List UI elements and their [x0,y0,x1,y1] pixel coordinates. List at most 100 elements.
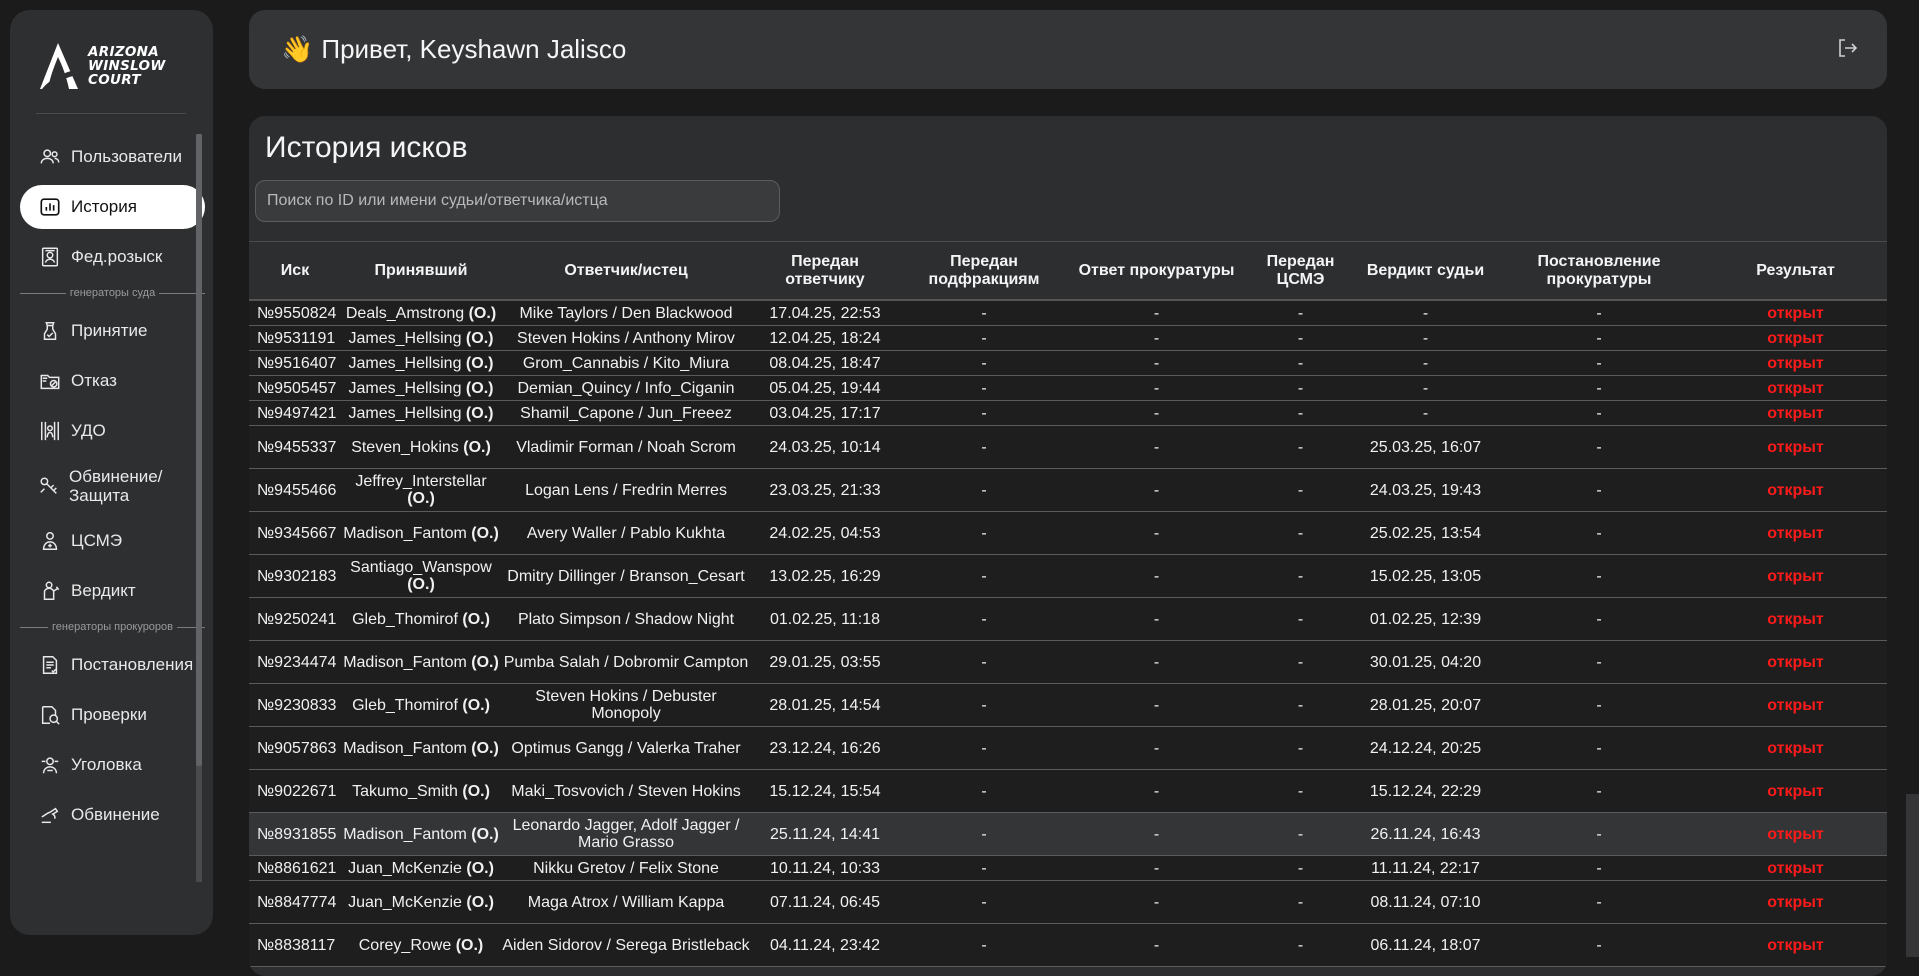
col-header-sent-to-defendant[interactable]: Передан ответчику [751,241,899,301]
judge-tag: (О.) [468,304,497,322]
cell-sent-to-defendant: 29.01.25, 03:55 [751,640,899,684]
cell-accepted-by: Santiago_Wanspow (О.) [341,554,501,598]
table-row[interactable]: №8931855 Madison_Fantom (О.) Leonardo Jagg… [249,812,1887,856]
judge-tag: (О.) [462,610,490,628]
sidebar-item-criminal[interactable]: Уголовка [20,743,205,787]
status-badge: открыт [1767,524,1824,542]
col-header-result[interactable]: Результат [1704,241,1887,301]
sidebar-item-csme[interactable]: ЦСМЭ [20,519,205,563]
judge-name: Juan_McKenzie [348,893,462,911]
cell-sent-to-csme: - [1244,511,1357,555]
cell-result: открыт [1704,880,1887,924]
cell-sent-to-defendant: 25.11.24, 14:41 [751,812,899,856]
table-row[interactable]: №9230833 Gleb_Thomirof (О.) Steven Hokins … [249,683,1887,727]
col-header-decree[interactable]: Постановление прокуратуры [1494,241,1704,301]
cell-decree: - [1494,640,1704,684]
col-header-id[interactable]: Иск [249,241,341,301]
cell-prosecutor-response: - [1069,812,1244,856]
table-row[interactable]: №9234474 Madison_Fantom (О.) Pumba Salah /… [249,640,1887,684]
cell-parties: Avery Waller / Pablo Kukhta [501,511,751,555]
table-row[interactable]: №8847774 Juan_McKenzie (О.) Maga Atrox / W… [249,880,1887,924]
sidebar-item-checks[interactable]: Проверки [20,693,205,737]
sidebar-item-verdict[interactable]: Вердикт [20,569,205,613]
cell-sent-to-defendant: 23.12.24, 16:26 [751,726,899,770]
table-row[interactable]: №9455337 Steven_Hokins (О.) Vladimir Forma… [249,425,1887,469]
sidebar-item-wanted[interactable]: Фед.розыск [20,235,205,279]
cell-decree: - [1494,425,1704,469]
sidebar-item-label: Вердикт [71,581,136,600]
cell-id: №9230833 [249,683,341,727]
cell-result: открыт [1704,350,1887,376]
sidebar-item-accusation[interactable]: Обвинение [20,793,205,837]
sidebar-item-label: Уголовка [71,755,142,774]
table-row[interactable]: №9022671 Takumo_Smith (О.) Maki_Tosvovich … [249,769,1887,813]
table-row[interactable]: №9302183 Santiago_Wanspow (О.) Dmitry Dill… [249,554,1887,598]
cell-result: открыт [1704,597,1887,641]
cell-sent-to-defendant: 05.04.25, 19:44 [751,375,899,401]
table-row[interactable]: №9250241 Gleb_Thomirof (О.) Plato Simpson … [249,597,1887,641]
table-row[interactable]: №9455466 Jeffrey_Interstellar (О.) Logan L… [249,468,1887,512]
cell-accepted-by: James_Hellsing (О.) [341,400,501,426]
logo-divider [36,113,186,114]
table-row[interactable]: №8838117 Corey_Rowe (О.) Aiden Sidorov / S… [249,923,1887,967]
table-row[interactable]: №8861621 Juan_McKenzie (О.) Nikku Gretov /… [249,855,1887,881]
col-header-accepted-by[interactable]: Принявший [341,241,501,301]
cell-sent-to-csme: - [1244,400,1357,426]
col-header-verdict[interactable]: Вердикт судьи [1357,241,1494,301]
cell-verdict: - [1357,300,1494,326]
cell-parties: Aiden Sidorov / Serega Bristleback [501,923,751,967]
cell-result: открыт [1704,325,1887,351]
table-row[interactable]: №9057863 Madison_Fantom (О.) Optimus Gangg… [249,726,1887,770]
cell-sent-to-defendant: 07.11.24, 06:45 [751,880,899,924]
sidebar-item-parole[interactable]: УДО [20,409,205,453]
sidebar-item-decrees[interactable]: Постановления [20,643,205,687]
col-header-prosecutor-response[interactable]: Ответ прокуратуры [1069,241,1244,301]
judge-tag: (О.) [462,696,490,714]
table-row[interactable]: №9516407 James_Hellsing (О.) Grom_Cannabis… [249,350,1887,376]
cell-result: открыт [1704,683,1887,727]
search-input[interactable] [255,180,780,222]
sidebar-item-refuse[interactable]: Отказ [20,359,205,403]
cell-sent-to-csme: - [1244,923,1357,967]
table-row[interactable]: №9550824 Deals_Amstrong (О.) Mike Taylors … [249,300,1887,326]
sidebar-scrollbar-thumb[interactable] [196,134,202,766]
sidebar-item-accept[interactable]: Принятие [20,309,205,353]
logout-icon[interactable] [1835,36,1859,60]
col-header-sent-to-subfactions[interactable]: Передан подфракциям [899,241,1069,301]
cell-accepted-by: Juan_McKenzie (О.) [341,855,501,881]
sidebar-item-label: Обвинение/ Защита [69,467,163,505]
sidebar-item-history[interactable]: История [20,185,205,229]
table-row[interactable]: №9345667 Madison_Fantom (О.) Avery Waller … [249,511,1887,555]
cell-parties: Shamil_Capone / Jun_Freeez [501,400,751,426]
cell-sent-to-subfactions: - [899,923,1069,967]
judge-name: Gleb_Thomirof [352,610,458,628]
cell-id: №9516407 [249,350,341,376]
judge-tag: (О.) [471,524,499,542]
cell-prosecutor-response: - [1069,300,1244,326]
prison-icon [38,419,62,443]
cell-sent-to-csme: - [1244,855,1357,881]
cell-accepted-by: Jeffrey_Interstellar (О.) [341,468,501,512]
table-row[interactable]: №9497421 James_Hellsing (О.) Shamil_Capone… [249,400,1887,426]
cell-verdict: 15.12.24, 22:29 [1357,769,1494,813]
status-badge: открыт [1767,893,1824,911]
sidebar-item-users[interactable]: Пользователи [20,135,205,179]
refuse-icon [38,369,62,393]
cell-sent-to-defendant: 03.04.25, 17:17 [751,400,899,426]
sidebar-item-accusation-defense[interactable]: Обвинение/ Защита [20,459,205,513]
cell-result: открыт [1704,425,1887,469]
cell-decree: - [1494,554,1704,598]
cell-verdict: 24.03.25, 19:43 [1357,468,1494,512]
table-row[interactable]: №9505457 James_Hellsing (О.) Demian_Quincy… [249,375,1887,401]
cell-decree: - [1494,726,1704,770]
cell-parties: Maki_Tosvovich / Steven Hokins [501,769,751,813]
cell-decree: - [1494,683,1704,727]
col-header-sent-to-csme[interactable]: Передан ЦСМЭ [1244,241,1357,301]
table-row[interactable]: №9531191 James_Hellsing (О.) Steven Hokins… [249,325,1887,351]
col-header-parties[interactable]: Ответчик/истец [501,241,751,301]
cell-sent-to-csme: - [1244,597,1357,641]
cell-verdict: 06.11.24, 18:07 [1357,923,1494,967]
cell-parties: Optimus Gangg / Valerka Traher [501,726,751,770]
cell-prosecutor-response: - [1069,597,1244,641]
judge-tag: (О.) [471,739,499,757]
